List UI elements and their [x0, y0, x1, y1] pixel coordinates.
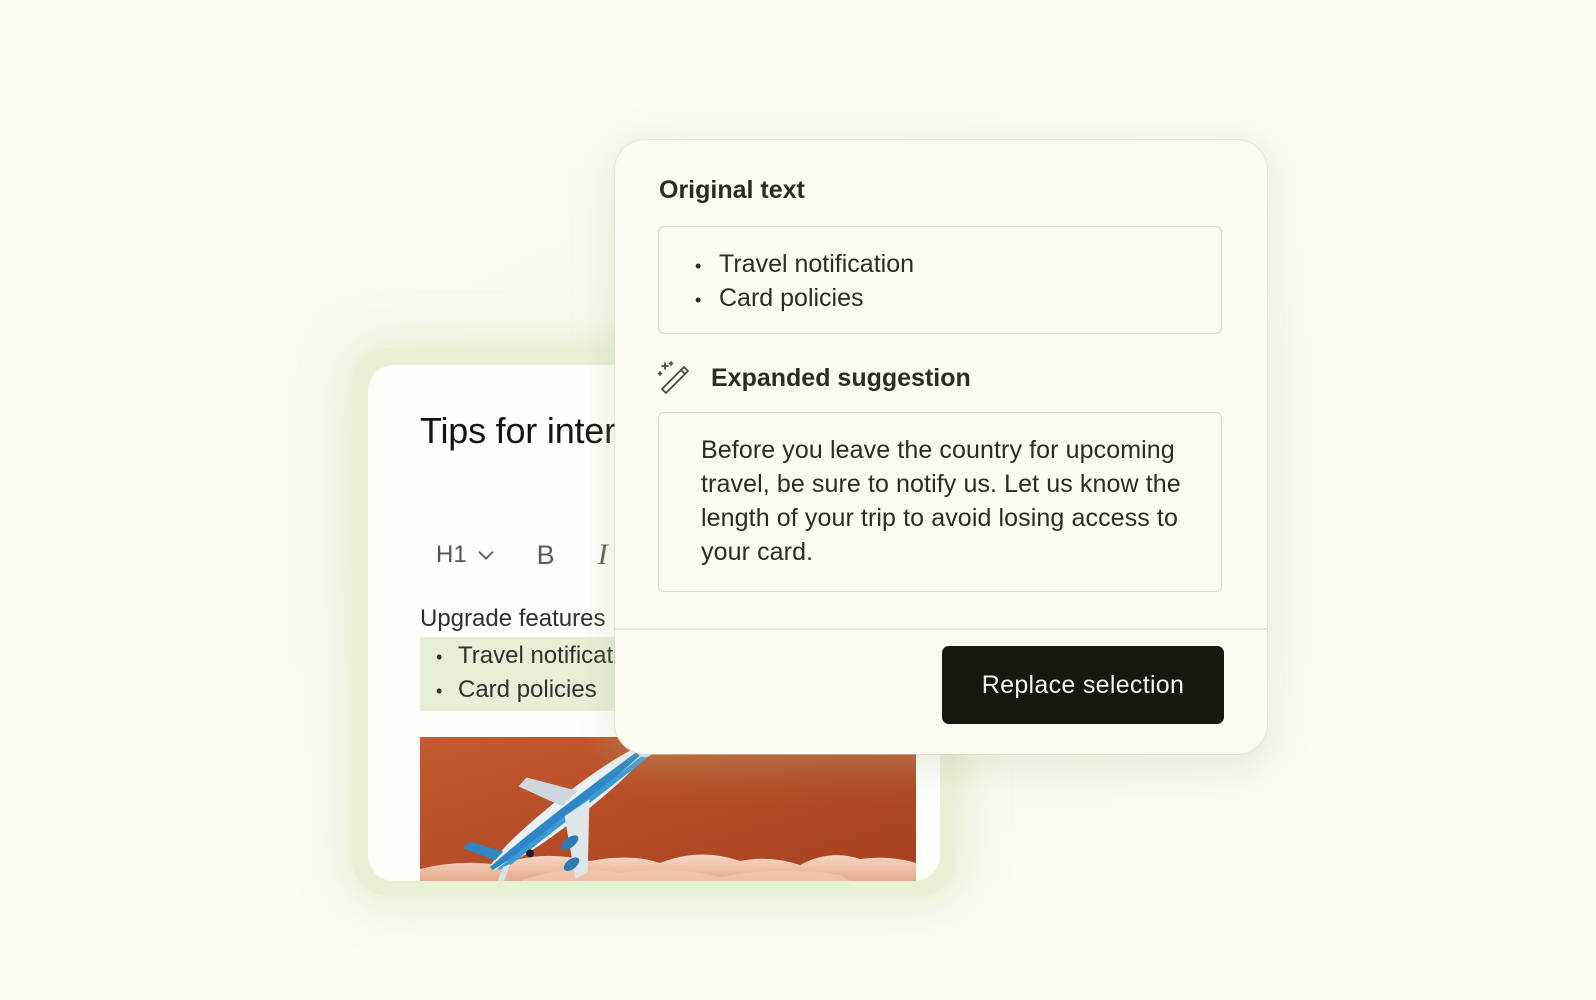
replace-selection-button[interactable]: Replace selection — [942, 646, 1224, 724]
list-item: Card policies — [695, 281, 1221, 315]
chevron-down-icon — [478, 551, 494, 560]
original-bullet-list: Travel notification Card policies — [659, 227, 1221, 315]
selected-bullet-list[interactable]: Travel notification Card policies — [420, 637, 645, 711]
magic-wand-icon — [657, 361, 689, 394]
heading-select-label: H1 — [436, 541, 467, 568]
canvas: Tips for international card use H1 B I U… — [0, 0, 1596, 1000]
suggestion-text: Before you leave the country for upcomin… — [701, 436, 1181, 566]
suggestion-text-box[interactable]: Before you leave the country for upcomin… — [658, 412, 1222, 592]
heading-select[interactable]: H1 — [420, 537, 505, 573]
list-item: Travel notification — [695, 247, 1221, 281]
expanded-suggestion-heading: Expanded suggestion — [711, 363, 971, 392]
bold-button[interactable]: B — [533, 540, 559, 571]
ai-suggestion-popover: Original text Travel notification Card p… — [615, 140, 1267, 754]
original-text-box: Travel notification Card policies — [658, 226, 1222, 334]
original-text-heading: Original text — [659, 176, 805, 204]
formatting-toolbar: H1 B I — [420, 535, 613, 575]
list-item: Card policies — [420, 673, 640, 707]
italic-button[interactable]: I — [593, 538, 613, 572]
suggestion-header: Expanded suggestion — [657, 358, 971, 398]
list-item: Travel notification — [420, 639, 645, 673]
airplane-image — [420, 737, 916, 881]
divider — [615, 628, 1267, 630]
